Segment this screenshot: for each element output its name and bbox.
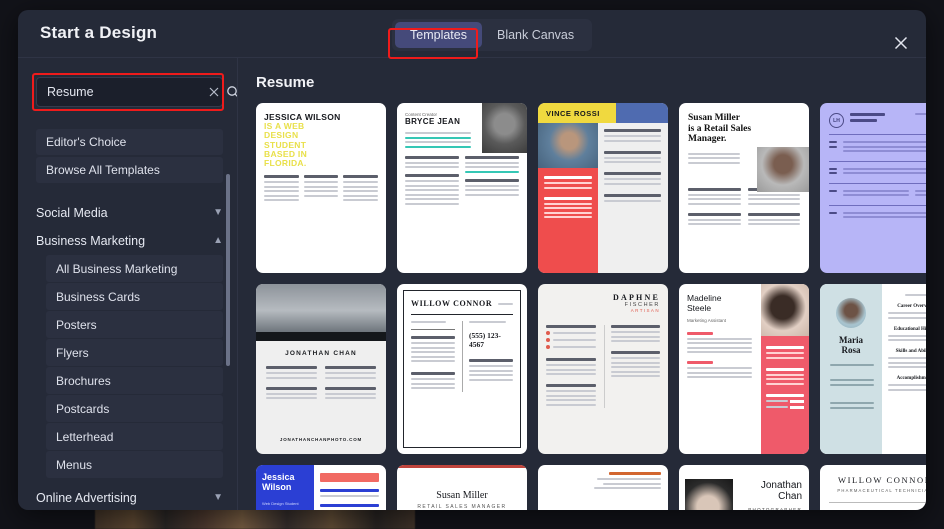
tab-blank-canvas[interactable]: Blank Canvas: [482, 22, 589, 48]
start-a-design-modal: Start a Design Templates Blank Canvas Re…: [18, 10, 926, 510]
sidebar-scrollbar[interactable]: [226, 174, 230, 366]
chevron-down-icon: ▼: [213, 207, 223, 218]
template-card[interactable]: WILLOW CONNOR (555) 123-4567: [397, 284, 527, 454]
section-title: Resume: [256, 74, 315, 91]
template-name: DAPHNE: [613, 293, 660, 302]
template-footer: JONATHANCHANPHOTO.COM: [279, 437, 363, 442]
template-card[interactable]: Jonathan Chan PHOTOGRAPHER: [679, 465, 809, 510]
monogram-badge: LH: [829, 113, 844, 128]
sidebar-group-online-advertising[interactable]: Online Advertising ▼: [36, 484, 223, 510]
template-card[interactable]: JESSICA WILSON IS A WEB DESIGN STUDENT B…: [256, 103, 386, 273]
sidebar-item-browse-all-templates[interactable]: Browse All Templates: [36, 157, 223, 183]
template-section-3: Skills and Abilities: [895, 349, 926, 354]
template-panel: Resume JESSICA WILSON IS A WEB DESIGN ST…: [238, 58, 926, 510]
accent-bar-blue: [616, 103, 668, 123]
tab-templates[interactable]: Templates: [395, 22, 482, 48]
template-section-2: Educational History: [893, 326, 926, 332]
category-groups: Social Media ▼ Business Marketing ▲ All …: [18, 199, 237, 510]
search-input[interactable]: [47, 85, 208, 99]
template-card[interactable]: MariaRosa Career Overview Educational Hi…: [820, 284, 926, 454]
template-card[interactable]: Susan Miller is a Retail Sales Manager.: [679, 103, 809, 273]
tab-bar: Templates Blank Canvas: [392, 19, 593, 51]
template-role: PHOTOGRAPHER: [748, 507, 802, 510]
template-phone: (555) 123-4567: [469, 331, 501, 350]
sidebar-panel: [538, 168, 598, 273]
sidebar-item-postcards[interactable]: Postcards: [46, 395, 223, 422]
search-icon[interactable]: [226, 82, 237, 102]
template-card[interactable]: JONATHAN CHAN JONATHANCHANPHOTO.COM: [256, 284, 386, 454]
sidebar-item-letterhead[interactable]: Letterhead: [46, 423, 223, 450]
chevron-down-icon: ▼: [213, 492, 223, 503]
screen-root: Start a Design Templates Blank Canvas Re…: [0, 0, 944, 529]
quick-links: Editor's Choice Browse All Templates: [36, 129, 223, 183]
sidebar-group-label: Online Advertising: [36, 491, 137, 505]
sidebar: Editor's Choice Browse All Templates Soc…: [18, 58, 238, 510]
template-section-4: Accomplishments: [896, 376, 926, 381]
template-line3: Manager.: [688, 134, 727, 145]
template-card[interactable]: Content Creator BRYCE JEAN: [397, 103, 527, 273]
portrait-photo: [538, 123, 598, 168]
clear-search-icon[interactable]: [208, 82, 220, 102]
template-name: JONATHAN CHAN: [285, 350, 357, 357]
template-line3: ARTISAN: [630, 308, 660, 313]
template-line2: Steele: [687, 302, 712, 313]
template-name: Susan Miller: [688, 113, 740, 123]
template-line2: is a Retail Sales: [688, 123, 752, 134]
portrait-photo: [757, 147, 809, 192]
modal-header: Start a Design Templates Blank Canvas: [18, 10, 926, 59]
sidebar-group-label: Social Media: [36, 206, 108, 220]
accent-panel-red: [761, 336, 809, 454]
sidebar-item-posters[interactable]: Posters: [46, 311, 223, 338]
template-grid: JESSICA WILSON IS A WEB DESIGN STUDENT B…: [256, 103, 926, 510]
template-role: Marketing Assistant: [687, 317, 727, 323]
search-area: [32, 73, 237, 111]
template-name: Maria Rosa: [839, 335, 863, 355]
page-title: Start a Design: [40, 23, 158, 42]
template-name: WILLOW CONNOR: [837, 475, 926, 485]
template-card[interactable]: LH: [820, 103, 926, 273]
accent-bar-top: [397, 465, 527, 468]
sidebar-group-label: Business Marketing: [36, 234, 146, 248]
sidebar-group-business-marketing[interactable]: Business Marketing ▲: [36, 227, 223, 255]
avatar: [836, 298, 866, 328]
accent-bar-black: [256, 332, 386, 341]
modal-body: Editor's Choice Browse All Templates Soc…: [18, 58, 926, 510]
template-card[interactable]: Susan Miller RETAIL SALES MANAGER: [397, 465, 527, 510]
template-name: Susan Miller: [436, 490, 488, 501]
template-card[interactable]: Jessica Wilson Web Design Student: [256, 465, 386, 510]
template-card[interactable]: WILLOW CONNOR PHARMACEUTICAL TECHNICIAN: [820, 465, 926, 510]
template-line6: FLORIDA.: [264, 157, 307, 168]
template-card[interactable]: DAPHNE FISCHER ARTISAN: [538, 284, 668, 454]
sidebar-item-brochures[interactable]: Brochures: [46, 367, 223, 394]
template-role: PHARMACEUTICAL TECHNICIAN: [837, 488, 926, 493]
sidebar-item-all-business-marketing[interactable]: All Business Marketing: [46, 255, 223, 282]
sidebar-item-flyers[interactable]: Flyers: [46, 339, 223, 366]
template-name: VINCE ROSSI: [546, 109, 600, 118]
template-section-1: Career Overview: [897, 304, 926, 309]
sidebar-group-social-media[interactable]: Social Media ▼: [36, 199, 223, 227]
template-name: Jonathan Chan: [760, 480, 802, 502]
landscape-photo: [256, 284, 386, 332]
accent-bar-red: [320, 473, 379, 482]
sidebar-item-editors-choice[interactable]: Editor's Choice: [36, 129, 223, 155]
template-card[interactable]: Madeline Steele Marketing Assistant: [679, 284, 809, 454]
portrait-photo: [685, 479, 733, 510]
template-name: Jessica Wilson: [262, 472, 295, 492]
sidebar-subitems-business-marketing: All Business Marketing Business Cards Po…: [36, 255, 223, 478]
template-role: Web Design Student: [262, 501, 299, 506]
sidebar-item-menus[interactable]: Menus: [46, 451, 223, 478]
search-box[interactable]: [36, 77, 237, 107]
template-card[interactable]: VINCE ROSSI: [538, 103, 668, 273]
template-columns: [264, 175, 379, 204]
portrait-photo: [482, 103, 527, 153]
template-name: WILLOW CONNOR: [411, 299, 493, 308]
portrait-photo: [761, 284, 809, 336]
chevron-up-icon: ▲: [213, 235, 223, 246]
sidebar-item-business-cards[interactable]: Business Cards: [46, 283, 223, 310]
template-card[interactable]: LuizHernandez: [538, 465, 668, 510]
close-icon[interactable]: [890, 32, 912, 54]
